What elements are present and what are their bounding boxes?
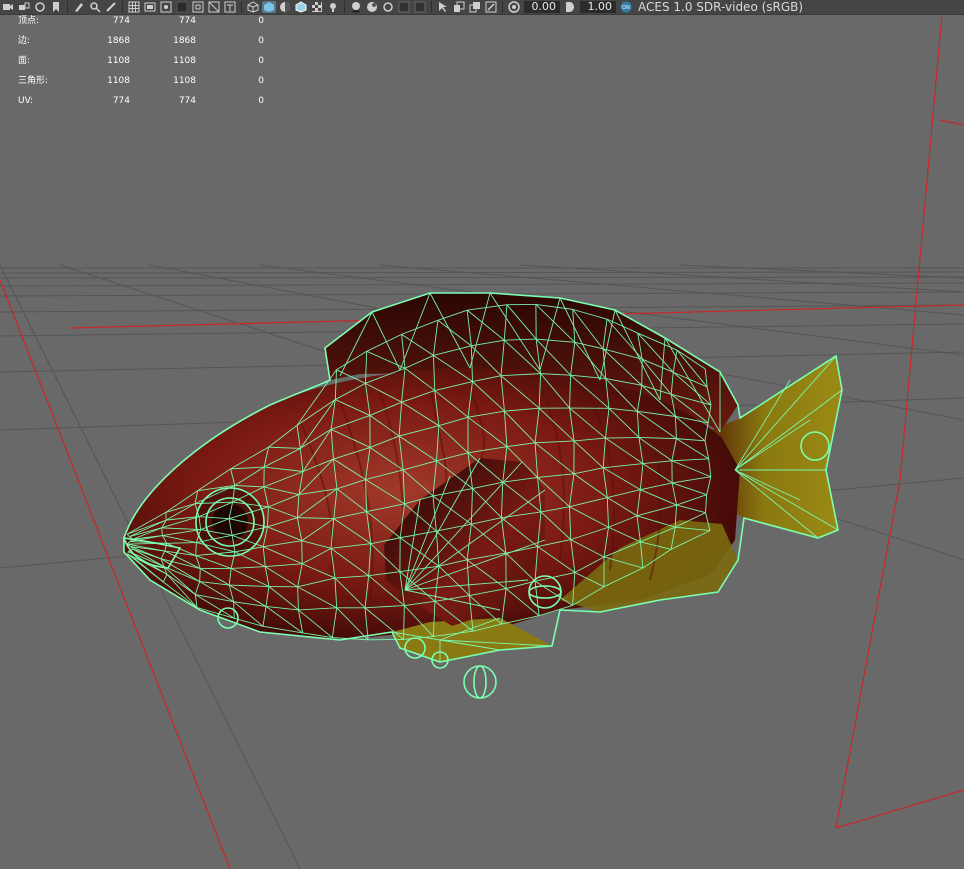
camera-icon[interactable]: [1, 1, 15, 13]
pan-zoom-icon[interactable]: [88, 1, 102, 13]
fish-model[interactable]: [122, 292, 843, 699]
exposure-icon[interactable]: [507, 1, 521, 13]
shaded-wireframe-icon[interactable]: [294, 1, 308, 13]
depth-of-field-icon[interactable]: [413, 1, 427, 13]
grid-icon[interactable]: [127, 1, 141, 13]
default-material-icon[interactable]: [278, 1, 292, 13]
gamma-field[interactable]: 1.00: [580, 1, 616, 13]
wireframe-icon[interactable]: [246, 1, 260, 13]
motion-blur-icon[interactable]: [381, 1, 395, 13]
screen-space-ao-icon[interactable]: [365, 1, 379, 13]
grease-pencil-icon[interactable]: [104, 1, 118, 13]
3d-viewport[interactable]: [0, 15, 964, 869]
camera-attributes-icon[interactable]: [33, 1, 47, 13]
xray-joints-icon[interactable]: [484, 1, 498, 13]
gamma-icon[interactable]: [563, 1, 577, 13]
image-plane-icon[interactable]: [72, 1, 86, 13]
textured-icon[interactable]: [310, 1, 324, 13]
gate-mask-icon[interactable]: [175, 1, 189, 13]
film-gate-icon[interactable]: [143, 1, 157, 13]
safe-action-icon[interactable]: [207, 1, 221, 13]
resolution-gate-icon[interactable]: [159, 1, 173, 13]
exposure-field[interactable]: 0.00: [524, 1, 560, 13]
use-all-lights-icon[interactable]: [326, 1, 340, 13]
color-management-icon[interactable]: ON: [619, 1, 633, 13]
smooth-shade-icon[interactable]: [262, 1, 276, 13]
xray-icon[interactable]: [452, 1, 466, 13]
camera-lock-icon[interactable]: [17, 1, 31, 13]
color-management-badge: ON: [622, 5, 630, 11]
anti-aliasing-icon[interactable]: [397, 1, 411, 13]
shadows-icon[interactable]: [349, 1, 363, 13]
safe-title-icon[interactable]: [223, 1, 237, 13]
toolbar-icons-a: [0, 0, 522, 14]
isolate-select-icon[interactable]: [436, 1, 450, 13]
xray-active-components-icon[interactable]: [468, 1, 482, 13]
bookmark-icon[interactable]: [49, 1, 63, 13]
color-space-label[interactable]: ACES 1.0 SDR-video (sRGB): [638, 0, 803, 14]
field-chart-icon[interactable]: [191, 1, 205, 13]
viewport-toolbar: 0.00 1.00 ON ACES 1.0 SDR-video (sRGB): [0, 0, 964, 15]
